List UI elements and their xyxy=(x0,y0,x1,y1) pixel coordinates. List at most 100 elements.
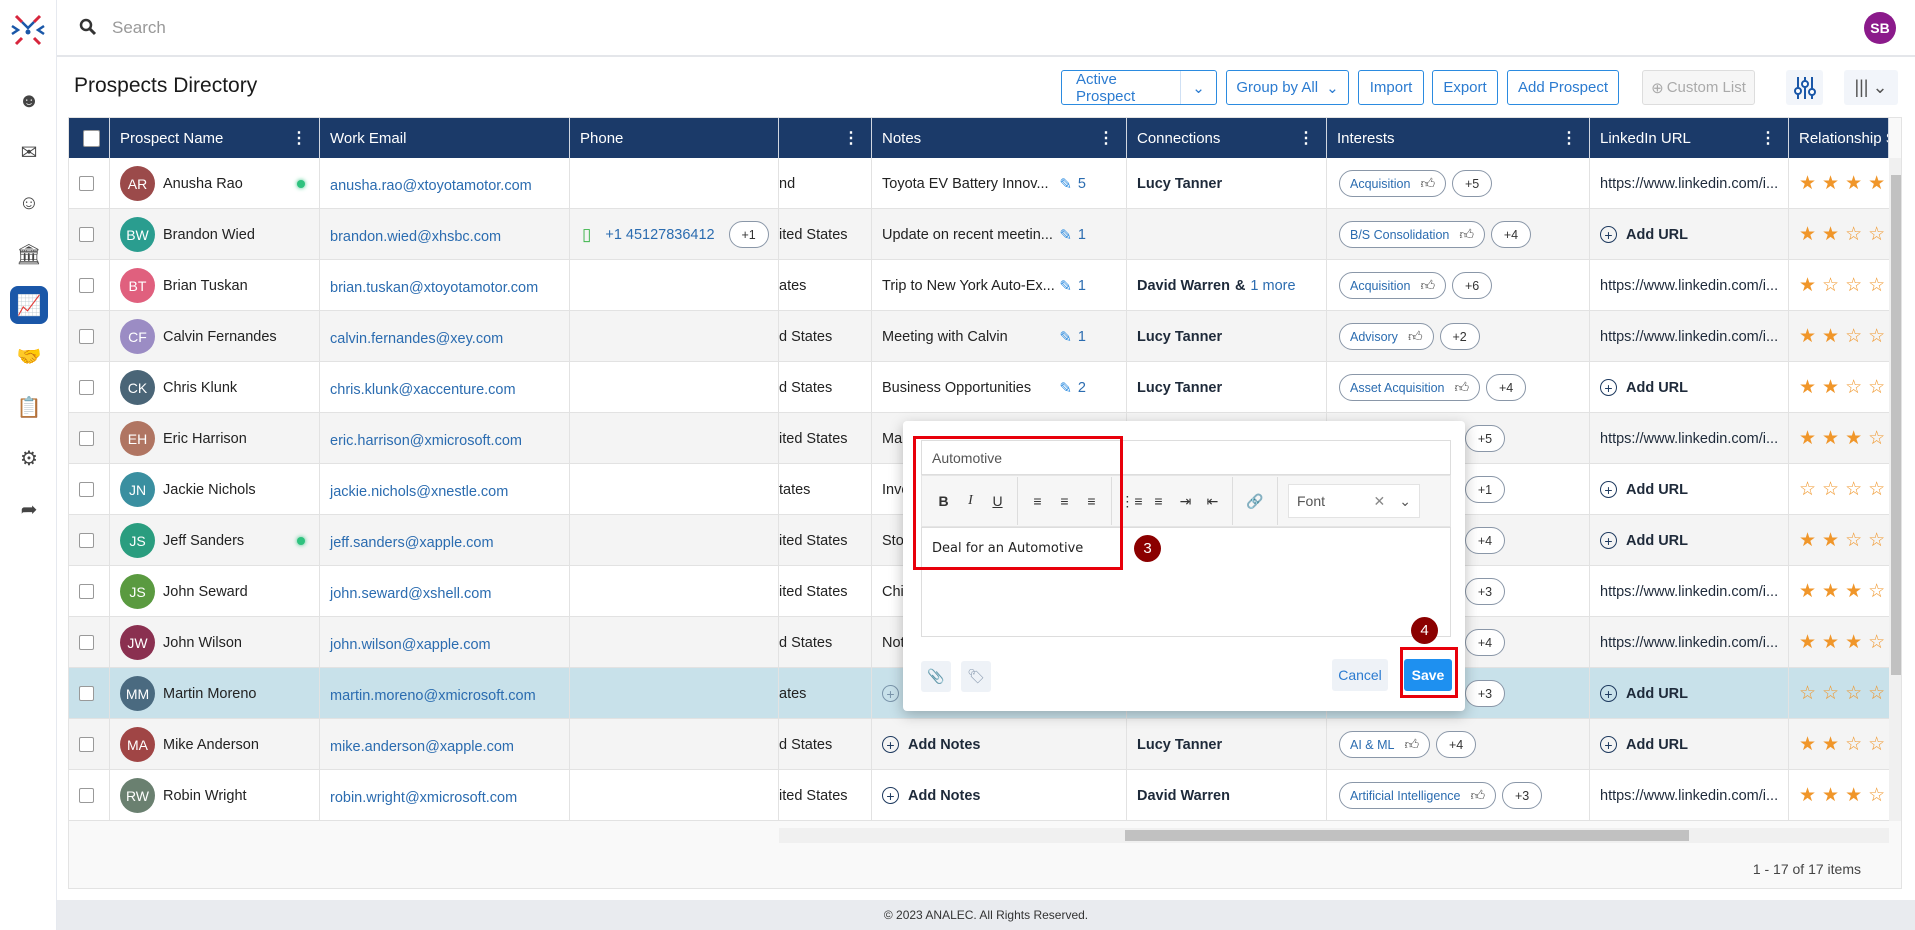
linkedin-url-link[interactable]: https://www.linkedin.com/i... xyxy=(1600,329,1778,345)
row-checkbox[interactable] xyxy=(79,380,94,395)
clear-icon[interactable]: ✕ xyxy=(1374,493,1386,510)
star-empty-icon[interactable]: ☆ xyxy=(1868,325,1885,348)
add-url-icon[interactable]: + xyxy=(1600,226,1617,243)
more-interests-badge[interactable]: +5 xyxy=(1465,425,1505,452)
sidebar-item-user-settings[interactable]: ⚙ xyxy=(10,439,48,477)
prospect-name[interactable]: Jackie Nichols xyxy=(163,482,256,498)
add-url-icon[interactable]: + xyxy=(1600,379,1617,396)
sidebar-item-handshake[interactable]: 🤝 xyxy=(10,337,48,375)
more-interests-badge[interactable]: +3 xyxy=(1465,680,1505,707)
active-prospect-dropdown[interactable]: Active Prospect ⌄ xyxy=(1061,70,1217,105)
star-filled-icon[interactable]: ★ xyxy=(1845,172,1862,195)
star-empty-icon[interactable]: ☆ xyxy=(1868,223,1885,246)
filter-settings-button[interactable] xyxy=(1786,70,1823,105)
prospect-name[interactable]: John Seward xyxy=(163,584,248,600)
star-empty-icon[interactable]: ☆ xyxy=(1868,784,1885,807)
prospect-name[interactable]: Martin Moreno xyxy=(163,686,256,702)
star-empty-icon[interactable]: ☆ xyxy=(1845,274,1862,297)
star-empty-icon[interactable]: ☆ xyxy=(1845,682,1862,705)
table-row[interactable]: RW Robin Wright robin.wright@xmicrosoft.c… xyxy=(69,770,1889,821)
work-email-link[interactable]: john.wilson@xapple.com xyxy=(330,637,491,653)
linkedin-url-link[interactable]: https://www.linkedin.com/i... xyxy=(1600,788,1778,804)
star-empty-icon[interactable]: ☆ xyxy=(1845,733,1862,756)
thumbs-up-icon[interactable]: 👍︎ xyxy=(1404,736,1419,753)
thumbs-up-icon[interactable]: 👍︎ xyxy=(1420,277,1435,294)
connection-name[interactable]: Lucy Tanner xyxy=(1137,176,1222,192)
add-url-link[interactable]: Add URL xyxy=(1626,737,1688,753)
star-filled-icon[interactable]: ★ xyxy=(1799,631,1816,654)
thumbs-up-icon[interactable]: 👍︎ xyxy=(1420,175,1435,192)
relationship-rating[interactable]: ☆☆☆☆☆ xyxy=(1789,668,1889,719)
star-filled-icon[interactable]: ★ xyxy=(1822,172,1839,195)
star-filled-icon[interactable]: ★ xyxy=(1799,580,1816,603)
row-checkbox[interactable] xyxy=(79,431,94,446)
font-select[interactable]: Font ✕ ⌄ xyxy=(1288,484,1420,518)
row-checkbox[interactable] xyxy=(79,788,94,803)
add-url-link[interactable]: Add URL xyxy=(1626,482,1688,498)
star-empty-icon[interactable]: ☆ xyxy=(1868,682,1885,705)
table-row[interactable]: BW Brandon Wied brandon.wied@xhsbc.com ▯ +… xyxy=(69,209,1889,260)
sidebar-item-mail[interactable]: ✉ xyxy=(10,133,48,171)
prospect-name[interactable]: Chris Klunk xyxy=(163,380,237,396)
thumbs-up-icon[interactable]: 👍︎ xyxy=(1408,328,1423,345)
prospect-name[interactable]: Anusha Rao xyxy=(163,176,243,192)
star-filled-icon[interactable]: ★ xyxy=(1822,325,1839,348)
attach-button[interactable]: 📎 xyxy=(921,661,951,692)
star-empty-icon[interactable]: ☆ xyxy=(1799,478,1816,501)
outdent-icon[interactable]: ⇤ xyxy=(1199,493,1226,510)
column-menu-icon[interactable]: ⋮ xyxy=(291,128,307,148)
thumbs-up-icon[interactable]: 👍︎ xyxy=(1470,787,1485,804)
phone-number[interactable]: +1 45127836412 xyxy=(605,227,714,243)
add-url-icon[interactable]: + xyxy=(1600,685,1617,702)
star-filled-icon[interactable]: ★ xyxy=(1799,529,1816,552)
star-empty-icon[interactable]: ☆ xyxy=(1845,478,1862,501)
edit-note-icon[interactable]: ✎ xyxy=(1059,175,1072,193)
scrollbar-thumb[interactable] xyxy=(1125,830,1689,841)
work-email-link[interactable]: martin.moreno@xmicrosoft.com xyxy=(330,688,536,704)
more-interests-badge[interactable]: +3 xyxy=(1465,578,1505,605)
thumbs-up-icon[interactable]: 👍︎ xyxy=(1455,379,1470,396)
star-filled-icon[interactable]: ★ xyxy=(1799,223,1816,246)
interest-chip[interactable]: Advisory 👍︎ xyxy=(1339,323,1434,350)
notes-count[interactable]: 5 xyxy=(1078,176,1086,192)
chevron-down-icon[interactable]: ⌄ xyxy=(1399,493,1411,510)
star-filled-icon[interactable]: ★ xyxy=(1822,580,1839,603)
star-filled-icon[interactable]: ★ xyxy=(1822,784,1839,807)
work-email-link[interactable]: eric.harrison@xmicrosoft.com xyxy=(330,433,522,449)
star-empty-icon[interactable]: ☆ xyxy=(1822,682,1839,705)
star-empty-icon[interactable]: ☆ xyxy=(1868,529,1885,552)
column-menu-icon[interactable]: ⋮ xyxy=(1760,128,1776,148)
star-filled-icon[interactable]: ★ xyxy=(1799,172,1816,195)
horizontal-scrollbar[interactable] xyxy=(779,828,1889,843)
relationship-rating[interactable]: ★★☆☆☆ xyxy=(1789,311,1889,362)
interest-chip[interactable]: Asset Acquisition 👍︎ xyxy=(1339,374,1481,401)
column-menu-icon[interactable]: ⋮ xyxy=(1561,128,1577,148)
star-filled-icon[interactable]: ★ xyxy=(1845,427,1862,450)
star-filled-icon[interactable]: ★ xyxy=(1822,376,1839,399)
edit-note-icon[interactable]: ✎ xyxy=(1059,379,1072,397)
star-empty-icon[interactable]: ☆ xyxy=(1868,733,1885,756)
relationship-rating[interactable]: ★★★☆☆ xyxy=(1789,770,1889,821)
add-notes-icon[interactable]: + xyxy=(882,685,899,702)
numbered-list-icon[interactable]: ≡ xyxy=(1145,493,1172,509)
interest-chip[interactable]: B/S Consolidation 👍︎ xyxy=(1339,221,1486,248)
star-empty-icon[interactable]: ☆ xyxy=(1822,478,1839,501)
relationship-rating[interactable]: ★☆☆☆☆ xyxy=(1789,260,1889,311)
connection-name[interactable]: Lucy Tanner xyxy=(1137,380,1222,396)
user-avatar[interactable]: SB xyxy=(1864,12,1896,44)
interest-chip[interactable]: Acquisition 👍︎ xyxy=(1339,170,1447,197)
note-title[interactable]: Update on recent meetin... xyxy=(882,227,1053,243)
column-chooser-button[interactable]: ||| ⌄ xyxy=(1844,70,1898,105)
work-email-link[interactable]: chris.klunk@xaccenture.com xyxy=(330,382,516,398)
work-email-link[interactable]: brandon.wied@xhsbc.com xyxy=(330,229,501,245)
scrollbar-thumb[interactable] xyxy=(1891,175,1901,675)
linkedin-url-link[interactable]: https://www.linkedin.com/i... xyxy=(1600,584,1778,600)
relationship-rating[interactable]: ☆☆☆☆☆ xyxy=(1789,464,1889,515)
add-notes-icon[interactable]: + xyxy=(882,736,899,753)
column-header[interactable]: LinkedIn URL ⋮ xyxy=(1590,118,1789,158)
add-prospect-button[interactable]: Add Prospect xyxy=(1507,70,1619,105)
column-menu-icon[interactable]: ⋮ xyxy=(1298,128,1314,148)
add-notes-link[interactable]: Add Notes xyxy=(908,737,981,753)
thumbs-up-icon[interactable]: 👍︎ xyxy=(1459,226,1474,243)
sidebar-item-user-check[interactable]: ☻ xyxy=(10,82,48,120)
